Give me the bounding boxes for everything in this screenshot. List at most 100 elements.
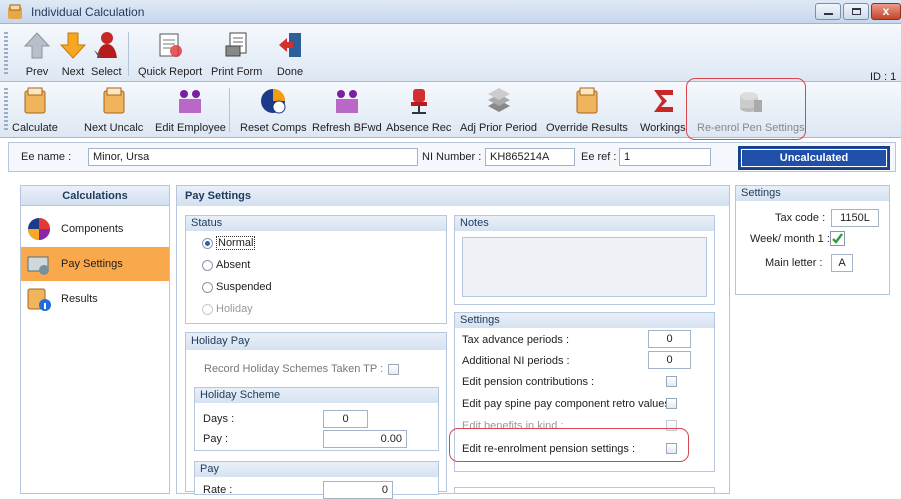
pay-label: Pay : [203, 433, 229, 445]
highlight-box [686, 78, 806, 140]
nav-item-pay-settings[interactable]: Pay Settings [21, 247, 169, 281]
week1-label: Week/ month 1 : [750, 233, 830, 245]
ee-name-field[interactable]: Minor, Ursa [88, 148, 418, 166]
radio-absent[interactable]: Absent [202, 259, 250, 271]
stack-icon [487, 88, 510, 112]
nav-item-label: Pay Settings [61, 258, 123, 270]
ni-number-label: NI Number : [422, 151, 482, 163]
settings-group-title: Settings [455, 313, 714, 328]
holiday-pay-title: Holiday Pay [186, 333, 446, 350]
edit-employee-button[interactable]: Edit Employee [155, 86, 226, 134]
nav-item-label: Results [61, 293, 98, 305]
ee-ref-label: Ee ref : [581, 151, 617, 163]
calculator-info-icon [27, 288, 51, 311]
up-arrow-icon [23, 32, 51, 59]
quick-report-button[interactable]: Quick Report [138, 30, 202, 78]
calculator-app-icon [8, 4, 22, 19]
reset-comps-button[interactable]: Reset Comps [240, 86, 307, 134]
toolbar-gripper[interactable] [4, 32, 8, 76]
highlight-box [449, 428, 689, 462]
additional-ni-label: Additional NI periods : [462, 355, 570, 367]
main-letter-label: Main letter : [765, 257, 823, 269]
notes-textarea[interactable] [462, 237, 707, 297]
holiday-scheme-title: Holiday Scheme [195, 388, 438, 403]
notes-group: Notes [454, 215, 715, 305]
toolbar-separator [128, 32, 129, 76]
settings-sidebar-title: Settings [736, 186, 889, 201]
next-uncalc-button[interactable]: Next Uncalc [84, 86, 143, 134]
workings-button[interactable]: Workings [640, 86, 686, 134]
pay-field[interactable]: 0.00 [323, 430, 407, 448]
refresh-bfwd-button[interactable]: Refresh BFwd [312, 86, 382, 134]
settings-sidebar: Settings Tax code : 1150L Week/ month 1 … [735, 185, 890, 295]
close-button[interactable]: x [871, 3, 901, 20]
refresh-employees-icon [335, 90, 358, 113]
tax-advance-label: Tax advance periods : [462, 334, 570, 346]
navigation-toolbar: Prev Next Select Quick Report Print Form… [0, 24, 901, 83]
nav-item-results[interactable]: Results [21, 282, 169, 316]
edit-pension-checkbox[interactable] [666, 376, 677, 387]
radio-suspended[interactable]: Suspended [202, 281, 272, 293]
main-letter-field[interactable]: A [831, 254, 853, 272]
select-button[interactable]: Select [91, 30, 122, 78]
days-field[interactable]: 0 [323, 410, 368, 428]
calculator-icon [103, 87, 125, 114]
reset-pie-icon [261, 89, 286, 114]
notes-group-title: Notes [455, 216, 714, 231]
window-title: Individual Calculation [31, 5, 145, 19]
toolbar-separator [229, 88, 230, 132]
override-results-button[interactable]: Override Results [546, 86, 628, 134]
calculate-button[interactable]: Calculate [12, 86, 58, 134]
exit-door-icon [279, 33, 301, 57]
calculations-header: Calculations [21, 186, 169, 206]
next-button[interactable]: Next [58, 30, 88, 78]
nav-item-label: Components [61, 223, 124, 235]
status-group-title: Status [186, 216, 446, 231]
days-label: Days : [203, 413, 235, 425]
panel-title: Pay Settings [177, 186, 729, 206]
radio-button[interactable] [202, 237, 213, 249]
radio-holiday[interactable]: Holiday [202, 303, 253, 315]
sigma-icon [653, 90, 673, 112]
ee-name-label: Ee name : [21, 151, 72, 163]
radio-button[interactable] [202, 281, 213, 293]
rate-field[interactable]: 0 [323, 481, 393, 499]
calculations-nav: Calculations Components Pay Settings Res… [20, 185, 170, 494]
edit-spine-label: Edit pay spine pay component retro value… [462, 398, 677, 410]
record-holiday-label: Record Holiday Schemes Taken TP : [204, 363, 384, 375]
minimize-button[interactable] [815, 3, 841, 20]
additional-ni-field[interactable]: 0 [648, 351, 691, 369]
tax-advance-field[interactable]: 0 [648, 330, 691, 348]
adj-prior-period-button[interactable]: Adj Prior Period [460, 86, 537, 134]
edit-spine-checkbox[interactable] [666, 398, 677, 409]
tax-code-field[interactable]: 1150L [831, 209, 879, 227]
done-button[interactable]: Done [275, 30, 305, 78]
prev-button[interactable]: Prev [22, 30, 52, 78]
holiday-pay-group: Holiday Pay Record Holiday Schemes Taken… [185, 332, 447, 499]
print-form-button[interactable]: Print Form [211, 30, 262, 78]
radio-normal[interactable]: Normal [202, 236, 256, 250]
nav-item-components[interactable]: Components [21, 212, 169, 246]
title-bar: Individual Calculation x [0, 0, 901, 24]
print-form-icon [225, 32, 247, 57]
calculator-icon [576, 87, 598, 114]
radio-button[interactable] [202, 303, 213, 315]
edit-pension-label: Edit pension contributions : [462, 376, 595, 388]
report-icon [159, 33, 183, 57]
pay-group: Pay Rate : 0 [194, 461, 439, 499]
ee-ref-field[interactable]: 1 [619, 148, 711, 166]
calculation-status-badge: Uncalculated [738, 146, 890, 170]
week1-checkbox[interactable] [830, 231, 845, 246]
maximize-button[interactable] [843, 3, 869, 20]
tax-code-label: Tax code : [775, 212, 826, 224]
person-select-icon [94, 32, 118, 58]
radio-button[interactable] [202, 259, 213, 271]
next-group-edge [454, 487, 715, 493]
pie-chart-icon [28, 218, 50, 240]
rate-label: Rate : [203, 484, 233, 496]
ni-number-field[interactable]: KH865214A [485, 148, 575, 166]
absence-rec-button[interactable]: Absence Rec [386, 86, 451, 134]
toolbar-gripper[interactable] [4, 88, 8, 132]
record-holiday-checkbox[interactable] [388, 364, 399, 375]
pay-group-title: Pay [195, 462, 438, 477]
